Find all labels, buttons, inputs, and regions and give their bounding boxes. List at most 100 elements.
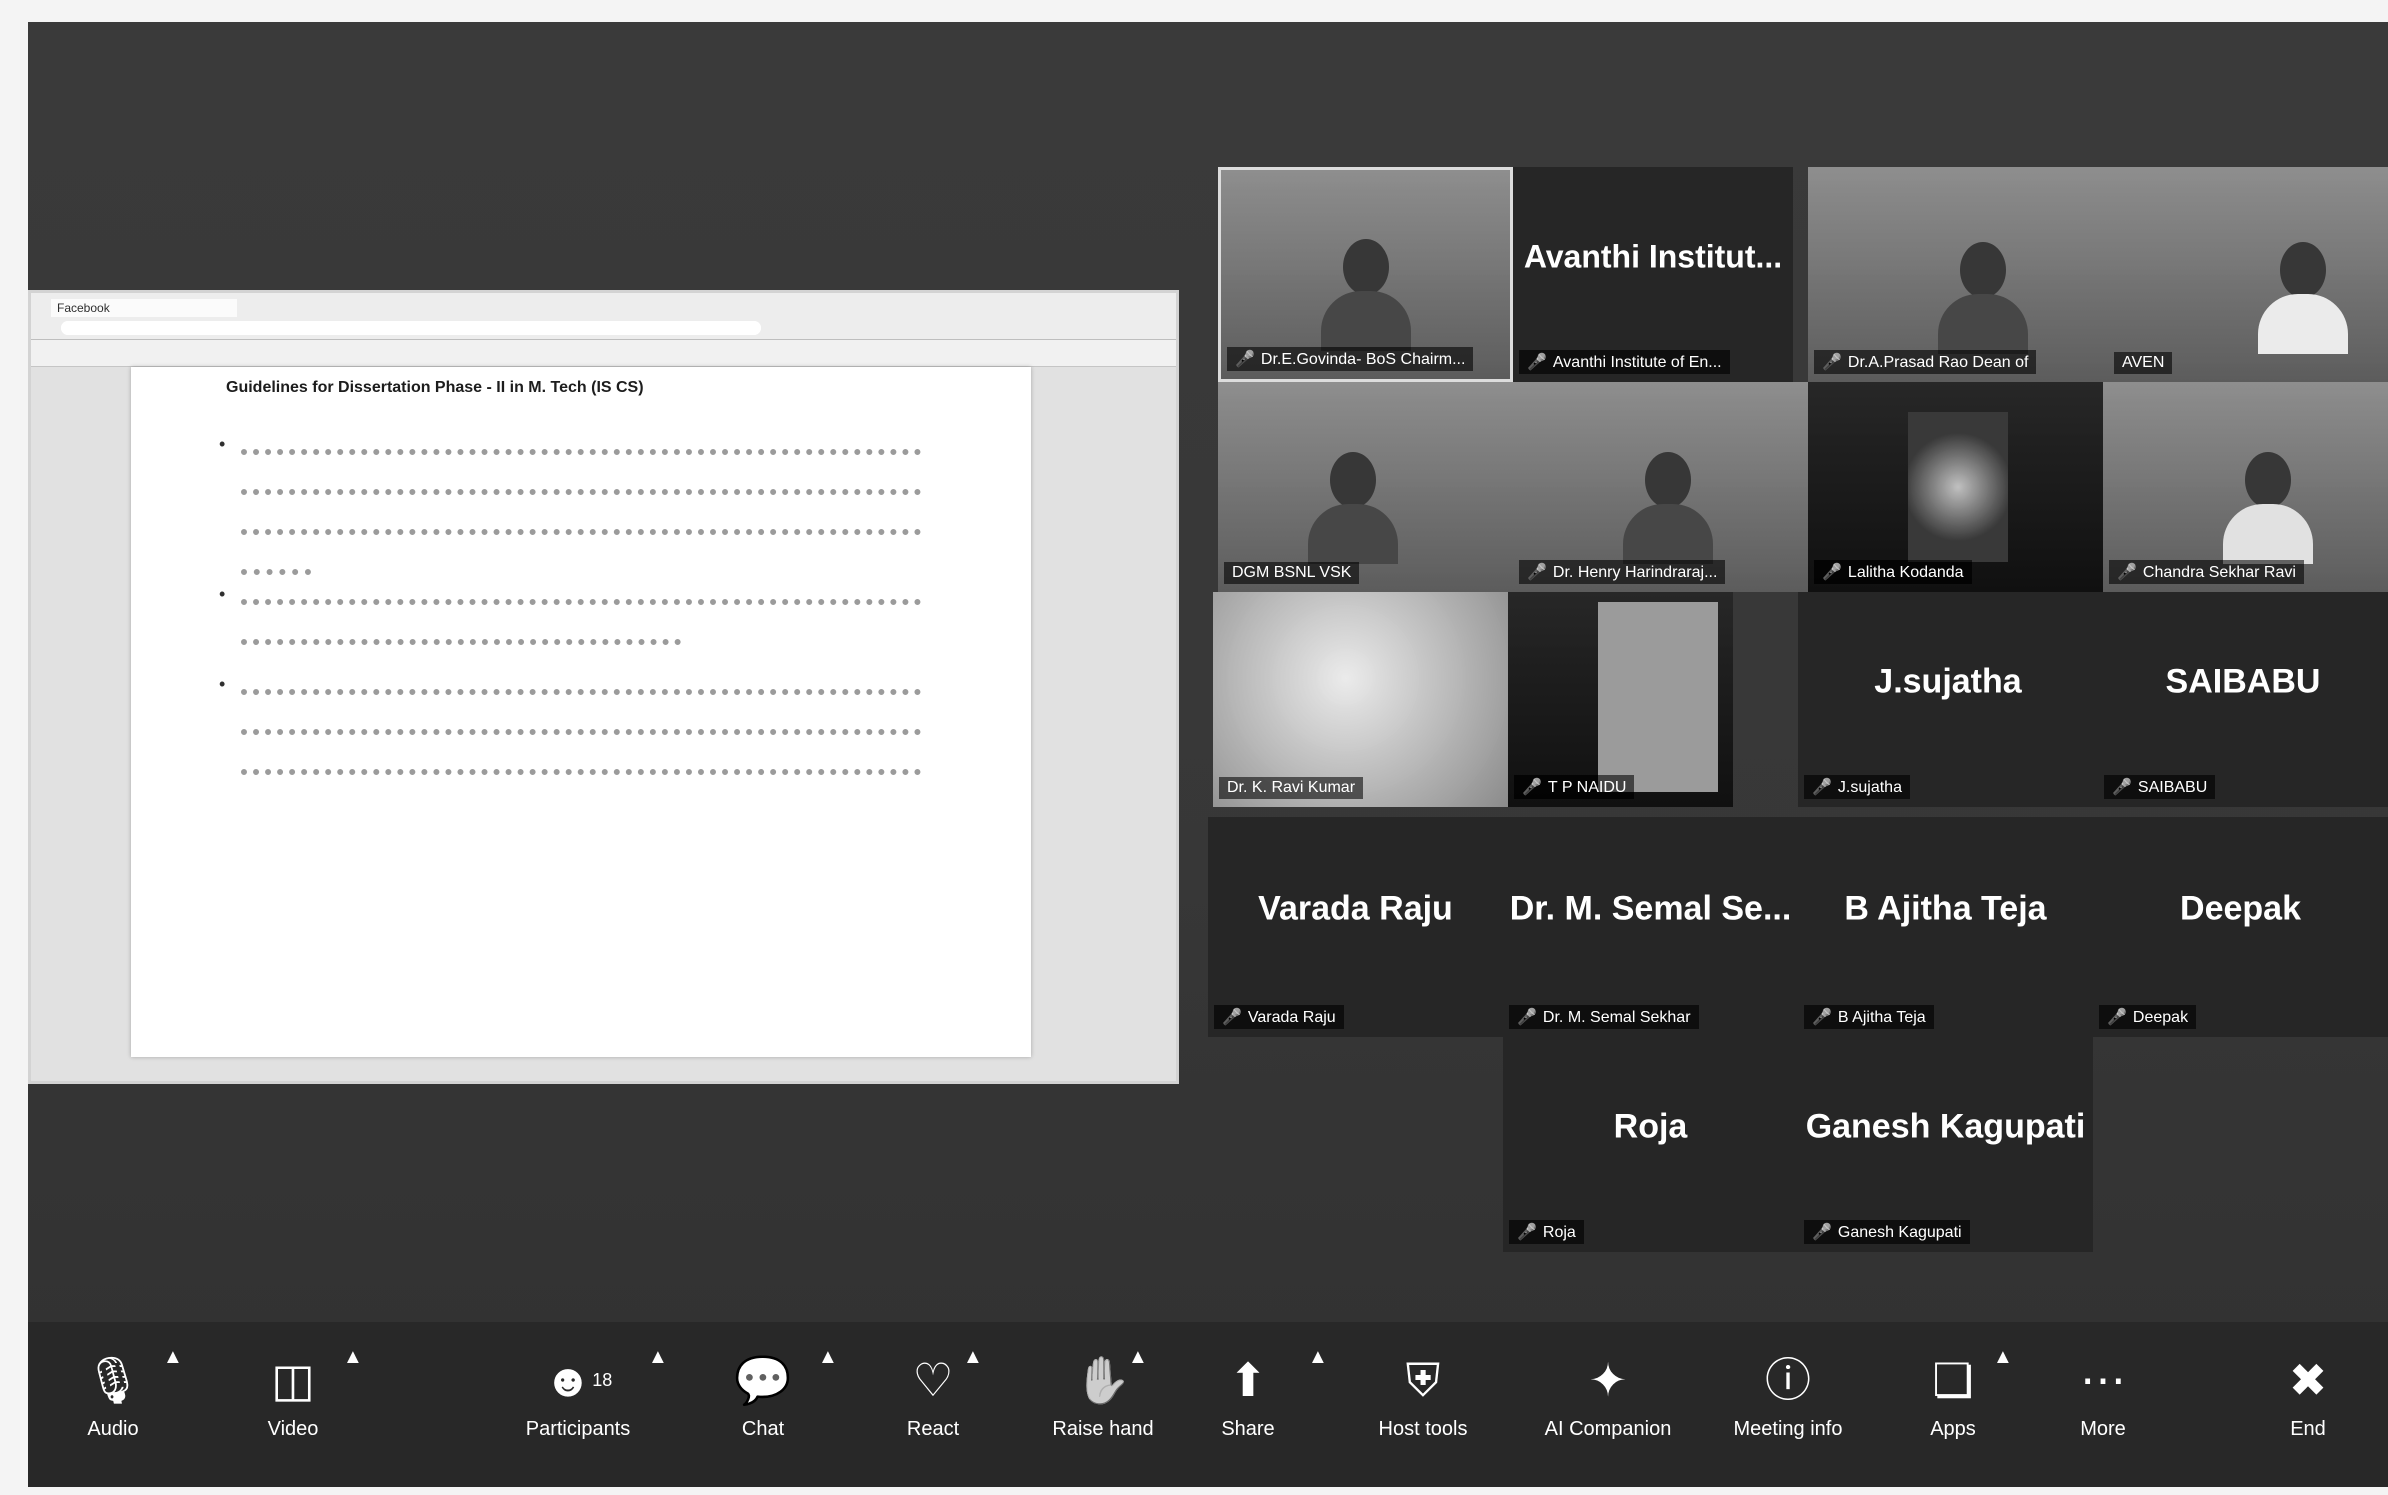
participant-name-tag: Dr.A.Prasad Rao Dean of: [1847, 354, 2029, 371]
participant-tile[interactable]: Dr. K. Ravi Kumar: [1213, 592, 1508, 807]
document-bullet: [219, 577, 921, 657]
sparkle-icon: ✦: [1588, 1354, 1628, 1406]
meeting-info-button[interactable]: ⓘ Meeting info: [1698, 1352, 1878, 1441]
participant-name-tag: SAIBABU: [2137, 779, 2208, 796]
apps-options-chevron-icon[interactable]: ▲: [1993, 1346, 2013, 1369]
video-feed: [1598, 602, 1718, 792]
participant-display-name: SAIBABU: [2165, 662, 2321, 701]
chat-label: Chat: [741, 1418, 785, 1440]
participant-tile[interactable]: Deepak 🎤 Deepak: [2093, 817, 2388, 1037]
chat-options-chevron-icon[interactable]: ▲: [818, 1346, 838, 1369]
participant-tile[interactable]: Roja 🎤 Roja: [1503, 1037, 1798, 1252]
participant-display-name: Deepak: [2180, 889, 2301, 928]
mic-icon: 🎤: [1822, 564, 1842, 581]
mic-icon: 🎤: [1517, 1009, 1537, 1026]
participant-tile[interactable]: Varada Raju 🎤 Varada Raju: [1208, 817, 1503, 1037]
share-label: Share: [1221, 1418, 1275, 1440]
participants-label: Participants: [525, 1418, 631, 1440]
participant-tile[interactable]: 🎤 T P NAIDU: [1508, 592, 1733, 807]
video-options-chevron-icon[interactable]: ▲: [343, 1346, 363, 1369]
participant-name-tag: Roja: [1542, 1224, 1576, 1241]
participant-display-name: Dr. M. Semal Se...: [1509, 889, 1792, 928]
more-button[interactable]: ⋯ More: [2033, 1352, 2173, 1441]
participant-name-tag: Chandra Sekhar Ravi: [2142, 564, 2296, 581]
participant-name-tag: Lalitha Kodanda: [1847, 564, 1964, 581]
participant-tile[interactable]: DGM BSNL VSK: [1218, 382, 1513, 592]
mic-icon: 🎤: [1235, 351, 1255, 368]
participant-tile[interactable]: J.sujatha 🎤 J.sujatha: [1798, 592, 2098, 807]
share-options-chevron-icon[interactable]: ▲: [1308, 1346, 1328, 1369]
participant-tile[interactable]: SAIBABU 🎤 SAIBABU: [2098, 592, 2388, 807]
meeting-info-label: Meeting info: [1733, 1418, 1843, 1440]
shield-icon: ⛨: [1405, 1354, 1441, 1406]
participant-name-tag: DGM BSNL VSK: [1232, 564, 1352, 581]
mic-icon: 🎤: [2117, 564, 2137, 581]
share-button[interactable]: ⬆ Share: [1178, 1352, 1318, 1441]
raise-hand-button[interactable]: ✋ Raise hand: [1013, 1352, 1193, 1441]
participant-name-tag: Varada Raju: [1247, 1009, 1336, 1026]
participant-name-tag: B Ajitha Teja: [1837, 1009, 1926, 1026]
document-bullet: [219, 427, 921, 587]
chat-button[interactable]: 💬 Chat: [693, 1352, 833, 1441]
raise-hand-options-chevron-icon[interactable]: ▲: [1128, 1346, 1148, 1369]
audio-options-chevron-icon[interactable]: ▲: [163, 1346, 183, 1369]
audio-button[interactable]: 🎙 Audio: [43, 1352, 183, 1441]
participant-name-tag: Avanthi Institute of En...: [1552, 354, 1722, 371]
participant-display-name: Avanthi Institut...: [1523, 238, 1783, 275]
participant-tile[interactable]: 🎤 Dr. Henry Harindraraj...: [1513, 382, 1808, 592]
document-bullet: [219, 667, 921, 787]
participants-options-chevron-icon[interactable]: ▲: [648, 1346, 668, 1369]
participant-name-tag: Dr. M. Semal Sekhar: [1542, 1009, 1691, 1026]
participant-display-name: Varada Raju: [1258, 889, 1453, 928]
participant-name-tag: Ganesh Kagupati: [1837, 1224, 1962, 1241]
participant-display-name: J.sujatha: [1874, 662, 2022, 701]
document-page: Guidelines for Dissertation Phase - II i…: [131, 367, 1031, 1057]
share-screen-icon: ⬆: [1228, 1354, 1268, 1406]
participant-tile[interactable]: B Ajitha Teja 🎤 B Ajitha Teja: [1798, 817, 2093, 1037]
muted-microphone-icon: 🎙: [83, 1354, 143, 1406]
participants-count: 18: [592, 1370, 613, 1390]
participant-tile[interactable]: Dr. M. Semal Se... 🎤 Dr. M. Semal Sekhar: [1503, 817, 1798, 1037]
participant-display-name: Roja: [1613, 1107, 1688, 1146]
video-button[interactable]: ◫ Video: [223, 1352, 363, 1441]
address-bar[interactable]: [61, 321, 761, 335]
host-tools-button[interactable]: ⛨ Host tools: [1353, 1352, 1493, 1441]
participant-tile[interactable]: 🎤 Chandra Sekhar Ravi: [2103, 382, 2388, 592]
meeting-toolbar: 🎙 Audio ▲ ◫ Video ▲ ☻18 Participants ▲ 💬…: [28, 1322, 2388, 1487]
video-label: Video: [267, 1418, 319, 1440]
chat-icon: 💬: [734, 1354, 792, 1406]
participant-tile[interactable]: 🎤 Dr.A.Prasad Rao Dean of: [1808, 167, 2108, 382]
participant-name-tag: T P NAIDU: [1547, 779, 1627, 796]
participant-tile[interactable]: Ganesh Kagupati 🎤 Ganesh Kagupati: [1798, 1037, 2093, 1252]
mic-icon: 🎤: [1822, 354, 1842, 371]
end-button[interactable]: ✖ End: [2238, 1352, 2378, 1441]
participant-tile[interactable]: AVEN: [2108, 167, 2388, 382]
info-icon: ⓘ: [1765, 1354, 1811, 1406]
participant-name-tag: Dr. K. Ravi Kumar: [1227, 779, 1356, 796]
participant-tile[interactable]: 🎤 Lalitha Kodanda: [1808, 382, 2103, 592]
host-tools-label: Host tools: [1378, 1418, 1468, 1440]
mic-icon: 🎤: [1812, 1224, 1832, 1241]
mic-icon: 🎤: [1812, 779, 1832, 796]
mic-icon: 🎤: [2112, 779, 2132, 796]
audio-label: Audio: [87, 1418, 139, 1440]
video-feed: [1908, 412, 2008, 562]
participant-tile[interactable]: Avanthi Institut... 🎤 Avanthi Institute o…: [1513, 167, 1793, 382]
ai-companion-button[interactable]: ✦ AI Companion: [1508, 1352, 1708, 1441]
mic-icon: 🎤: [1222, 1009, 1242, 1026]
participants-icon: ☻: [543, 1354, 593, 1406]
more-label: More: [2080, 1418, 2126, 1440]
document-toolbar: [31, 340, 1176, 367]
mic-icon: 🎤: [1522, 779, 1542, 796]
participant-name-tag: Dr. Henry Harindraraj...: [1552, 564, 1718, 581]
participant-name-tag: AVEN: [2122, 354, 2165, 371]
participants-button[interactable]: ☻18 Participants: [488, 1352, 668, 1441]
apps-label: Apps: [1930, 1418, 1976, 1440]
participant-name-tag: Dr.E.Govinda- BoS Chairm...: [1260, 351, 1466, 368]
participant-tile[interactable]: 🎤 Dr.E.Govinda- BoS Chairm...: [1218, 167, 1513, 382]
browser-tab[interactable]: Facebook: [51, 299, 237, 317]
react-options-chevron-icon[interactable]: ▲: [963, 1346, 983, 1369]
more-dots-icon: ⋯: [2080, 1354, 2126, 1406]
participant-display-name: Ganesh Kagupati: [1805, 1107, 2086, 1146]
shared-screen[interactable]: Facebook Guidelines for Dissertation Pha…: [28, 290, 1179, 1084]
